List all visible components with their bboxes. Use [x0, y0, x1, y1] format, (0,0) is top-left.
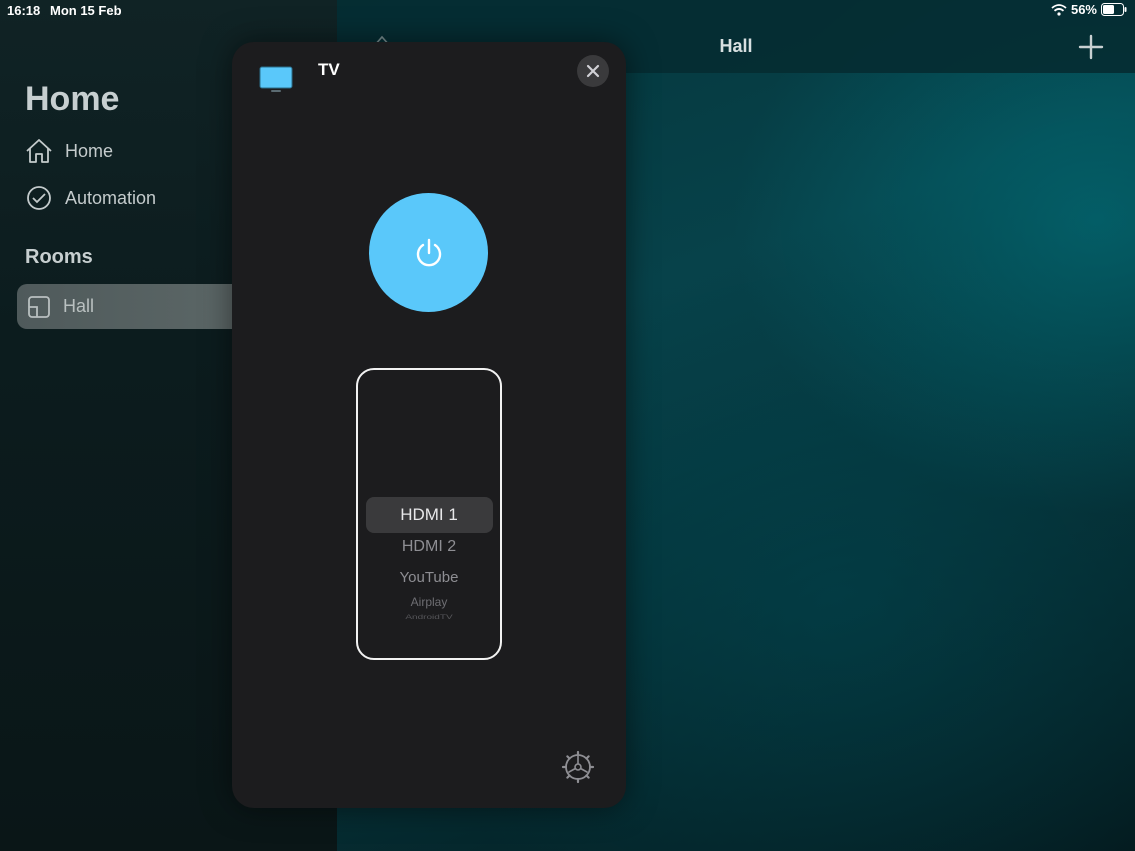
- battery-icon: [1101, 3, 1127, 16]
- sidebar-item-label: Home: [65, 140, 114, 161]
- tv-icon: [259, 66, 293, 92]
- modal-title: TV: [318, 60, 340, 79]
- input-option[interactable]: Airplay: [358, 595, 500, 609]
- power-icon: [416, 238, 441, 266]
- plus-icon[interactable]: [1077, 33, 1105, 61]
- sidebar-item-home[interactable]: Home: [25, 138, 113, 164]
- input-option[interactable]: YouTube: [358, 569, 500, 586]
- close-button[interactable]: [577, 55, 609, 87]
- sidebar-item-label: Hall: [63, 296, 95, 316]
- input-option[interactable]: HDMI 1: [358, 505, 500, 525]
- rooms-heading: Rooms: [25, 246, 93, 268]
- sidebar-title: Home: [25, 80, 120, 118]
- input-option[interactable]: AndroidTV: [358, 614, 500, 621]
- gear-icon[interactable]: [561, 750, 595, 784]
- status-date: Mon 15 Feb: [50, 3, 122, 18]
- sidebar-item-label: Automation: [65, 187, 157, 208]
- input-source-picker[interactable]: HDMI 1 HDMI 2 YouTube Airplay AndroidTV: [356, 368, 502, 660]
- input-option[interactable]: HDMI 2: [358, 538, 500, 556]
- power-button[interactable]: [369, 193, 488, 312]
- house-icon: [26, 139, 52, 163]
- status-time: 16:18: [7, 3, 41, 18]
- device-control-modal: TV HDMI 1 HDMI 2 YouTube Airplay Android…: [232, 42, 626, 808]
- room-icon: [28, 295, 50, 318]
- status-indicators: 56%: [1051, 2, 1127, 17]
- clock-icon: [27, 186, 51, 210]
- close-icon: [586, 64, 600, 78]
- wifi-icon: [1051, 3, 1067, 16]
- sidebar-item-automation[interactable]: Automation: [25, 184, 156, 212]
- battery-percent: 56%: [1070, 2, 1097, 17]
